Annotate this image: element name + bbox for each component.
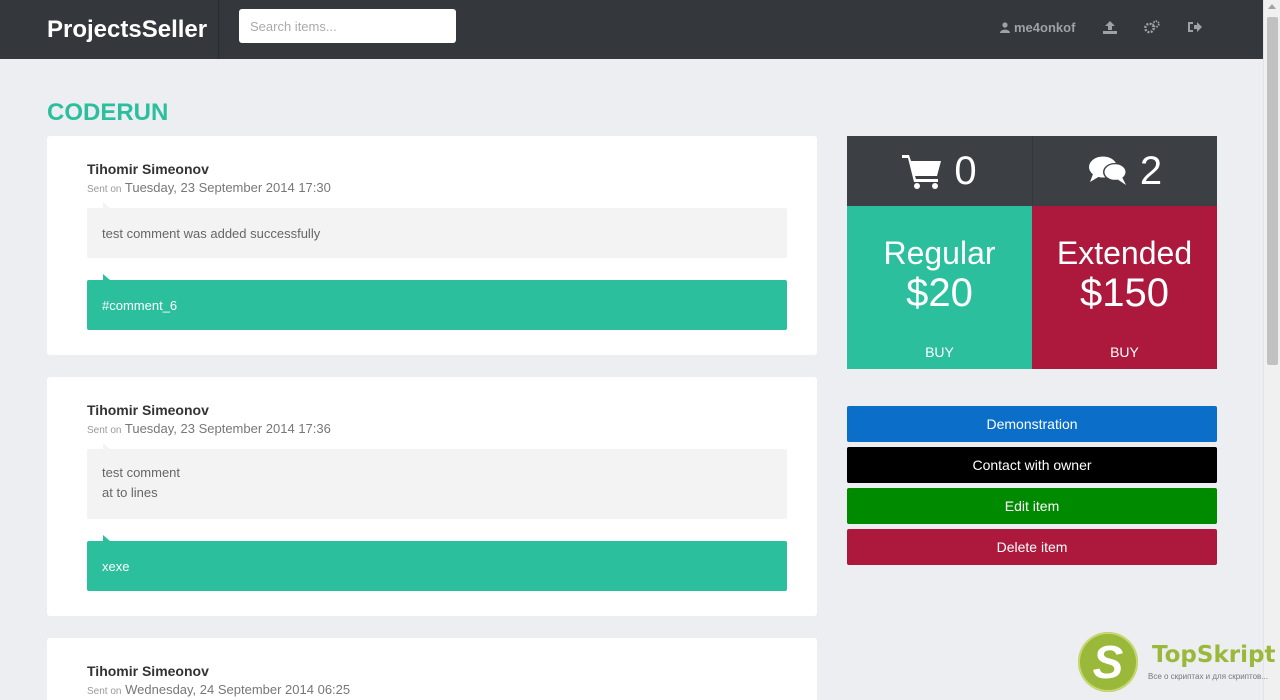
- page-title: CODERUN: [47, 99, 169, 126]
- comment-date: Sent on Wednesday, 24 September 2014 06:…: [87, 682, 351, 697]
- cart-count: 0: [954, 148, 977, 193]
- upload-icon[interactable]: [1101, 18, 1119, 36]
- scroll-up-arrow-icon[interactable]: [1268, 4, 1276, 9]
- comment-author: Tihomir Simeonov: [87, 402, 209, 418]
- demonstration-button[interactable]: Demonstration: [847, 406, 1217, 442]
- topskript-logo-icon: S: [1078, 632, 1138, 692]
- delete-item-button[interactable]: Delete item: [847, 529, 1217, 565]
- brand-logo[interactable]: ProjectsSeller: [0, 0, 219, 59]
- logout-icon[interactable]: [1186, 18, 1204, 36]
- user-icon: [1000, 22, 1010, 33]
- watermark-tagline: Все о скриптах и для скриптов...: [1148, 672, 1268, 681]
- comment-reply: xexe: [87, 535, 787, 591]
- comment-date: Sent on Tuesday, 23 September 2014 17:30: [87, 180, 331, 195]
- plan-name: Regular: [883, 235, 996, 271]
- settings-gears-icon[interactable]: [1143, 18, 1161, 36]
- plan-price: $20: [906, 271, 973, 315]
- cart-stat: 0: [847, 136, 1032, 206]
- top-navbar: ProjectsSeller me4onkof: [0, 0, 1263, 59]
- plan-price: $150: [1080, 271, 1169, 315]
- comment-body: test comment was added successfully: [87, 202, 787, 258]
- user-menu-link[interactable]: me4onkof: [1000, 0, 1075, 55]
- username: me4onkof: [1014, 20, 1076, 35]
- comments-count: 2: [1139, 148, 1163, 193]
- vertical-scrollbar[interactable]: [1263, 0, 1280, 700]
- buy-extended-button[interactable]: BUY: [1032, 344, 1217, 360]
- comment-card: Tihomir Simeonov Sent on Wednesday, 24 S…: [47, 638, 817, 700]
- extended-license-tile: Extended $150 BUY: [1032, 206, 1217, 369]
- edit-item-button[interactable]: Edit item: [847, 488, 1217, 524]
- search-input[interactable]: [239, 9, 456, 43]
- cart-icon: [902, 155, 942, 189]
- comment-date: Sent on Tuesday, 23 September 2014 17:36: [87, 421, 331, 436]
- comment-reply: #comment_6: [87, 274, 787, 330]
- comment-author: Tihomir Simeonov: [87, 161, 209, 177]
- comments-icon: [1088, 156, 1127, 185]
- comment-body: test comment at to lines: [87, 443, 787, 519]
- comment-card: Tihomir Simeonov Sent on Tuesday, 23 Sep…: [47, 377, 817, 616]
- scroll-thumb[interactable]: [1267, 17, 1278, 365]
- comment-card: Tihomir Simeonov Sent on Tuesday, 23 Sep…: [47, 136, 817, 355]
- watermark-name: TopSkript: [1152, 642, 1276, 668]
- comments-stat: 2: [1032, 136, 1217, 206]
- comment-author: Tihomir Simeonov: [87, 663, 209, 679]
- contact-owner-button[interactable]: Contact with owner: [847, 447, 1217, 483]
- buy-regular-button[interactable]: BUY: [847, 344, 1032, 360]
- plan-name: Extended: [1056, 235, 1193, 271]
- regular-license-tile: Regular $20 BUY: [847, 206, 1032, 369]
